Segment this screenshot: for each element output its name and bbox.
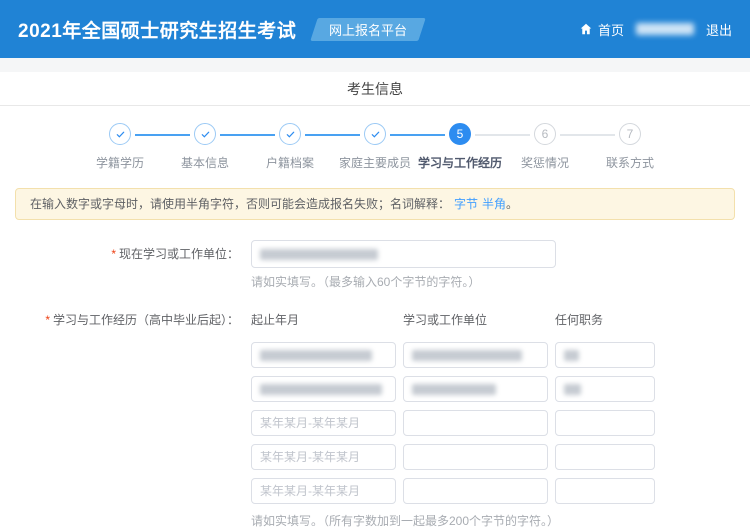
step-label: 奖惩情况: [520, 156, 569, 170]
period-input[interactable]: [251, 410, 396, 436]
home-icon: [579, 22, 593, 36]
check-icon: [194, 123, 216, 145]
user-name-redacted: [635, 23, 694, 35]
redacted-value: [564, 383, 581, 395]
experience-row-5: [251, 478, 655, 504]
required-mark: *: [111, 247, 116, 261]
required-mark: *: [45, 313, 50, 327]
step-contact-info: 7 联系方式: [560, 123, 673, 171]
experience-column-headers: 起止年月 学习或工作单位 任何职务: [251, 306, 655, 334]
period-input[interactable]: [251, 342, 396, 368]
experience-hint: 请如实填写。（所有字数加到一起最多200个字节的字符。）: [251, 514, 560, 528]
redacted-value: [412, 383, 496, 395]
experience-row-1: [251, 342, 655, 368]
column-header-position: 任何职务: [555, 313, 604, 327]
top-header: 2021年全国硕士研究生招生考试 网上报名平台 首页 退出: [0, 0, 750, 58]
check-icon: [364, 123, 386, 145]
step-label: 联系方式: [605, 156, 654, 170]
header-nav: 首页 退出: [579, 20, 732, 39]
experience-label: * 学习与工作经历（高中毕业后起）：: [45, 313, 239, 327]
experience-section: * 学习与工作经历（高中毕业后起）： 起止年月 学习或工作单位 任何职务 某年某…: [0, 306, 750, 530]
current-unit-control: 请如实填写。（最多输入60个字节的字符。）: [251, 240, 556, 290]
step-label: 户籍档案: [265, 156, 314, 170]
platform-badge: 网上报名平台: [310, 17, 427, 41]
link-byte-definition[interactable]: 字节: [454, 197, 478, 211]
position-input[interactable]: [555, 410, 655, 436]
stepper: 学籍学历 基本信息 户籍档案 家庭主要成员 5 学习与工作经历 6 奖惩情况 7…: [0, 106, 750, 171]
step-family-members: 家庭主要成员: [305, 123, 418, 171]
step-label: 家庭主要成员: [338, 156, 411, 170]
unit-input[interactable]: [403, 478, 548, 504]
link-halfwidth-definition[interactable]: 半角: [482, 197, 506, 211]
step-study-work-experience: 5 学习与工作经历: [390, 123, 503, 171]
position-input[interactable]: [555, 444, 655, 470]
column-header-unit: 学习或工作单位: [403, 313, 488, 327]
unit-input[interactable]: [403, 376, 548, 402]
step-label: 学籍学历: [95, 156, 144, 170]
logout-link[interactable]: 退出: [706, 20, 732, 39]
period-input[interactable]: [251, 478, 396, 504]
position-input[interactable]: [555, 478, 655, 504]
redacted-value: [260, 349, 372, 361]
experience-row-2: [251, 376, 655, 402]
page-title: 考生信息: [347, 81, 403, 97]
step-basic-info: 基本信息: [135, 123, 248, 171]
current-unit-hint: 请如实填写。（最多输入60个字节的字符。）: [251, 275, 481, 289]
redacted-value: [564, 349, 579, 361]
site-title: 2021年全国硕士研究生招生考试: [18, 20, 297, 42]
notice-text: 在输入数字或字母时，请使用半角字符，否则可能会造成报名失败；名词解释：: [30, 197, 451, 211]
step-rewards-punishments: 6 奖惩情况: [475, 123, 588, 171]
unit-input[interactable]: [403, 410, 548, 436]
unit-input[interactable]: [403, 342, 548, 368]
home-link[interactable]: 首页: [579, 20, 624, 39]
notice-bar: 在输入数字或字母时，请使用半角字符，否则可能会造成报名失败；名词解释： 字节 半角。: [15, 188, 735, 220]
unit-input[interactable]: [403, 444, 548, 470]
period-input[interactable]: [251, 376, 396, 402]
current-unit-row: * 现在学习或工作单位： 请如实填写。（最多输入60个字节的字符。）: [0, 240, 750, 290]
header-branding: 2021年全国硕士研究生招生考试 网上报名平台: [18, 16, 427, 43]
step-number: 7: [619, 123, 641, 145]
home-link-label: 首页: [597, 22, 624, 38]
position-input[interactable]: [555, 376, 655, 402]
position-input[interactable]: [555, 342, 655, 368]
step-label: 基本信息: [180, 156, 229, 170]
platform-badge-label: 网上报名平台: [329, 22, 408, 38]
period-input[interactable]: [251, 444, 396, 470]
current-unit-input[interactable]: [251, 240, 556, 268]
step-household-file: 户籍档案: [220, 123, 333, 171]
step-number: 5: [449, 123, 471, 145]
page-titlebar: 考生信息: [0, 72, 750, 106]
candidate-form: * 现在学习或工作单位： 请如实填写。（最多输入60个字节的字符。） * 学习与工作…: [0, 240, 750, 530]
step-label: 学习与工作经历: [417, 156, 502, 170]
column-header-period: 起止年月: [251, 313, 300, 327]
current-unit-label: * 现在学习或工作单位：: [111, 247, 239, 261]
experience-row-4: [251, 444, 655, 470]
check-icon: [279, 123, 301, 145]
redacted-value: [260, 383, 382, 395]
check-icon: [109, 123, 131, 145]
step-education-status: 学籍学历: [78, 123, 163, 171]
redacted-value: [260, 248, 378, 260]
notice-suffix: 。: [506, 197, 519, 211]
redacted-value: [412, 349, 522, 361]
experience-table: 起止年月 学习或工作单位 任何职务 某年某月-某年某月 某年某月-某年某月 某年…: [251, 306, 655, 530]
page-background-strip: [0, 58, 750, 72]
step-number: 6: [534, 123, 556, 145]
app-window: 2021年全国硕士研究生招生考试 网上报名平台 首页 退出 考生信息 学籍学历 …: [0, 0, 750, 530]
experience-row-3: [251, 410, 655, 436]
